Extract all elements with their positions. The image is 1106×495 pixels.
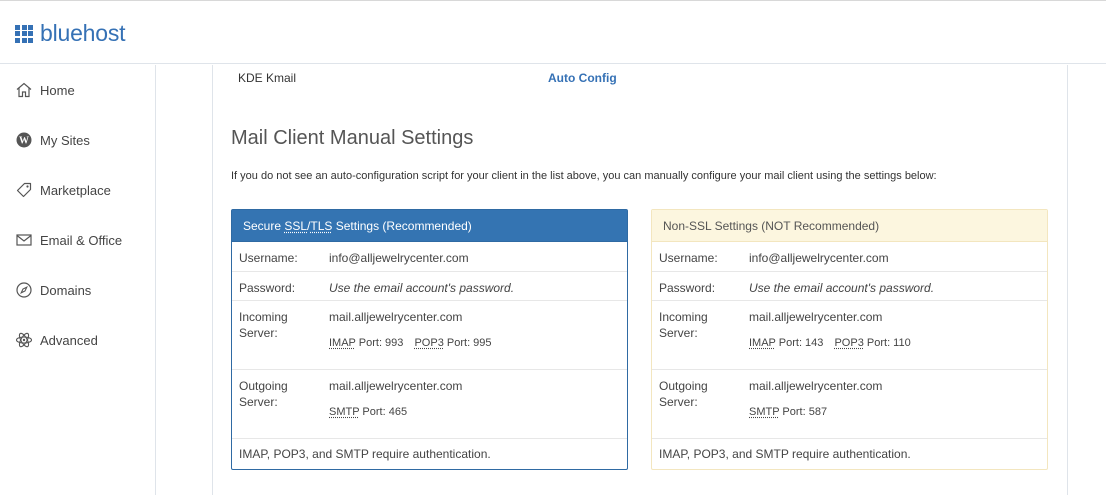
nonssl-username-row: Username: info@alljewelrycenter.com — [652, 242, 1047, 272]
mail-client-name: KDE Kmail — [238, 71, 297, 85]
secure-outgoing-row: Outgoing Server: mail.alljewelrycenter.co… — [232, 370, 627, 439]
imap-abbr: IMAP — [749, 337, 776, 349]
incoming-ports: IMAP Port: 993 POP3 Port: 995 — [329, 337, 492, 349]
sidebar-item-marketplace[interactable]: Marketplace — [15, 181, 111, 199]
compass-icon — [15, 281, 33, 299]
nonssl-auth-note-row: IMAP, POP3, and SMTP require authenticat… — [652, 439, 1047, 469]
tag-icon — [15, 181, 33, 199]
brand-name: bluehost — [40, 20, 126, 46]
outgoing-ports: SMTP Port: 587 — [749, 406, 827, 418]
incoming-server-value: mail.alljewelrycenter.com — [329, 310, 463, 324]
outgoing-server-value: mail.alljewelrycenter.com — [329, 379, 463, 393]
manual-settings-description: If you do not see an auto-configuration … — [231, 170, 937, 182]
manual-settings-title: Mail Client Manual Settings — [231, 127, 474, 149]
pop3-port: Port: 110 — [866, 337, 911, 349]
pop3-abbr: POP3 — [834, 337, 864, 349]
password-label: Password: — [659, 281, 716, 295]
auth-note: IMAP, POP3, and SMTP require authenticat… — [659, 447, 911, 461]
ssl-abbr: SSL — [284, 219, 308, 233]
sidebar: Home W My Sites Marketplace Email & Offi… — [0, 65, 156, 495]
secure-incoming-row: Incoming Server: mail.alljewelrycenter.co… — [232, 301, 627, 370]
sidebar-item-label: Domains — [40, 282, 92, 298]
sidebar-item-label: Email & Office — [40, 232, 123, 248]
incoming-server-label: Incoming Server: — [239, 310, 288, 340]
secure-password-row: Password: Use the email account's passwo… — [232, 272, 627, 301]
secure-auth-note-row: IMAP, POP3, and SMTP require authenticat… — [232, 439, 627, 469]
smtp-port: Port: 465 — [362, 406, 408, 418]
auto-config-link[interactable]: Auto Config — [548, 71, 617, 85]
sidebar-item-label: My Sites — [40, 132, 90, 148]
secure-username-row: Username: info@alljewelrycenter.com — [232, 242, 627, 272]
nonssl-settings-card: Non-SSL Settings (NOT Recommended) Usern… — [651, 209, 1048, 470]
username-label: Username: — [659, 251, 718, 265]
sidebar-item-home[interactable]: Home — [15, 81, 75, 99]
smtp-port: Port: 587 — [782, 406, 828, 418]
imap-abbr: IMAP — [329, 337, 356, 349]
sidebar-item-label: Home — [40, 82, 75, 98]
nonssl-settings-header: Non-SSL Settings (NOT Recommended) — [652, 210, 1047, 242]
password-value: Use the email account's password. — [329, 281, 515, 295]
sidebar-item-label: Marketplace — [40, 182, 111, 198]
nonssl-incoming-row: Incoming Server: mail.alljewelrycenter.co… — [652, 301, 1047, 370]
outgoing-server-label: Outgoing Server: — [659, 379, 708, 409]
wordpress-icon: W — [15, 131, 33, 149]
tls-abbr: TLS — [310, 219, 333, 233]
atom-icon — [15, 331, 33, 349]
secure-settings-header: Secure SSL/TLS Settings (Recommended) — [232, 210, 627, 242]
incoming-server-label: Incoming Server: — [659, 310, 708, 340]
incoming-ports: IMAP Port: 143 POP3 Port: 110 — [749, 337, 911, 349]
password-label: Password: — [239, 281, 296, 295]
outgoing-ports: SMTP Port: 465 — [329, 406, 407, 418]
pop3-port: Port: 995 — [446, 337, 492, 349]
password-value: Use the email account's password. — [749, 281, 935, 295]
svg-text:W: W — [19, 136, 29, 147]
top-header: bluehost — [0, 4, 1106, 64]
nonssl-outgoing-row: Outgoing Server: mail.alljewelrycenter.co… — [652, 370, 1047, 439]
secure-settings-card: Secure SSL/TLS Settings (Recommended) Us… — [231, 209, 628, 470]
outgoing-server-label: Outgoing Server: — [239, 379, 288, 409]
imap-port: Port: 143 — [778, 337, 824, 349]
imap-port: Port: 993 — [358, 337, 404, 349]
sidebar-item-domains[interactable]: Domains — [15, 281, 91, 299]
auth-note: IMAP, POP3, and SMTP require authenticat… — [239, 447, 491, 461]
sidebar-item-label: Advanced — [40, 332, 98, 348]
bluehost-logo[interactable]: bluehost — [15, 20, 126, 47]
smtp-abbr: SMTP — [329, 406, 360, 418]
incoming-server-value: mail.alljewelrycenter.com — [749, 310, 883, 324]
grid-logo-icon — [15, 24, 33, 43]
smtp-abbr: SMTP — [749, 406, 780, 418]
secure-title-suffix: Settings (Recommended) — [332, 219, 472, 233]
home-icon — [15, 81, 33, 99]
envelope-icon — [15, 231, 33, 249]
username-label: Username: — [239, 251, 298, 265]
username-value: info@alljewelrycenter.com — [749, 251, 889, 265]
sidebar-item-email-office[interactable]: Email & Office — [15, 231, 122, 249]
outgoing-server-value: mail.alljewelrycenter.com — [749, 379, 883, 393]
nonssl-password-row: Password: Use the email account's passwo… — [652, 272, 1047, 301]
sidebar-item-my-sites[interactable]: W My Sites — [15, 131, 90, 149]
username-value: info@alljewelrycenter.com — [329, 251, 469, 265]
pop3-abbr: POP3 — [414, 337, 444, 349]
secure-title-prefix: Secure — [243, 219, 285, 233]
sidebar-item-advanced[interactable]: Advanced — [15, 331, 98, 349]
